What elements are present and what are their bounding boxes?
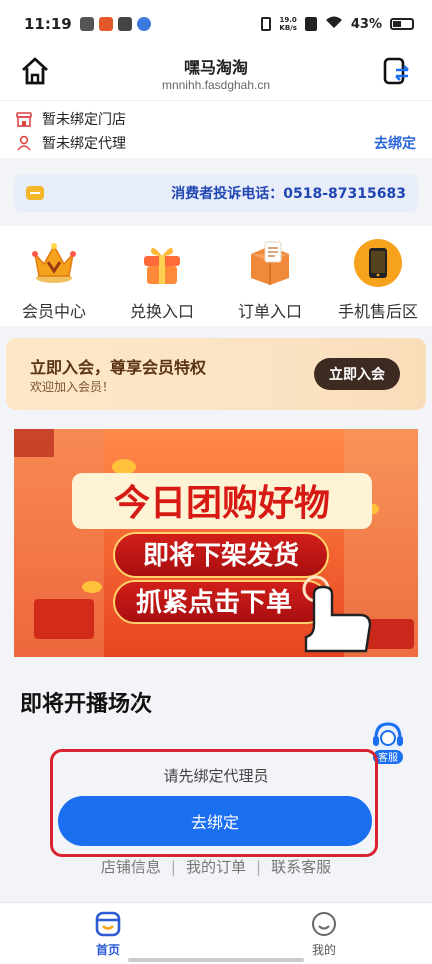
member-banner[interactable]: 立即入会，尊享会员特权 欢迎加入会员！ 立即入会 xyxy=(6,338,426,410)
quick-nav-phone-service[interactable]: 手机售后区 xyxy=(324,226,432,326)
gesture-home-indicator xyxy=(128,958,304,962)
app-notification-icon xyxy=(136,17,151,31)
join-member-button[interactable]: 立即入会 xyxy=(314,358,400,390)
footer-separator: | xyxy=(256,858,262,876)
quick-nav-member-center[interactable]: 会员中心 xyxy=(0,226,108,326)
customer-service-label: 客服 xyxy=(378,751,398,764)
agent-binding-status: 暂未绑定代理 xyxy=(42,136,126,152)
agent-binding-row: 暂未绑定代理 xyxy=(16,133,126,153)
tab-mine-label: 我的 xyxy=(311,943,336,957)
switch-store-icon[interactable] xyxy=(382,56,410,86)
app-notification-icon xyxy=(117,17,132,31)
complaint-bar: 消费者投诉电话：0518-87315683 xyxy=(14,174,418,212)
status-right: 19.0 KB/s 43% xyxy=(261,15,414,33)
wifi-icon xyxy=(325,15,343,33)
status-time: 11:19 xyxy=(24,15,72,33)
crown-icon xyxy=(29,238,79,288)
footer-link-my-orders[interactable]: 我的订单 xyxy=(186,858,246,876)
member-subtext: 欢迎加入会员！ xyxy=(30,380,115,394)
page-subtitle: mnnihh.fasdghah.cn xyxy=(161,78,271,92)
tab-bar: 首页 我的 xyxy=(0,902,432,964)
footer-links: 店铺信息 | 我的订单 | 联系客服 xyxy=(0,856,432,877)
notice-icon xyxy=(26,186,44,200)
net-speed-value: 19.0 xyxy=(279,16,297,24)
complaint-phone[interactable]: 消费者投诉电话：0518-87315683 xyxy=(171,183,406,203)
app-notification-icon xyxy=(98,17,113,31)
quick-nav-label: 手机售后区 xyxy=(337,302,418,321)
section-title: 即将开播场次 xyxy=(20,692,153,717)
store-icon xyxy=(16,111,32,127)
sim-icon xyxy=(304,17,317,31)
title-bar: 嘿马淘淘 mnnihh.fasdghah.cn xyxy=(0,48,432,100)
quick-nav-label: 会员中心 xyxy=(21,302,86,321)
bind-prompt-message: 请先绑定代理员 xyxy=(163,767,269,785)
quick-nav-exchange[interactable]: 兑换入口 xyxy=(108,226,216,326)
user-icon xyxy=(16,135,32,151)
promo-banner[interactable]: 今日团购好物 即将下架发货 抓紧点击下单 xyxy=(14,429,418,657)
footer-link-store-info[interactable]: 店铺信息 xyxy=(101,858,161,876)
member-headline: 立即入会，尊享会员特权 xyxy=(30,358,207,377)
bind-agent-button[interactable]: 去绑定 xyxy=(58,796,372,846)
tab-home-label: 首页 xyxy=(95,943,120,957)
page-title: 嘿马淘淘 xyxy=(183,58,248,77)
promo-line-2: 即将下架发货 xyxy=(143,540,299,571)
quick-nav: 会员中心 兑换入口 订单入口 手机售后区 xyxy=(0,226,432,326)
status-bar: 11:19 19.0 KB/s 43% xyxy=(0,0,432,48)
vibrate-icon xyxy=(261,17,272,31)
battery-icon xyxy=(390,18,414,30)
battery-percent: 43% xyxy=(350,16,382,32)
store-binding-status: 暂未绑定门店 xyxy=(42,112,126,128)
footer-link-contact-service[interactable]: 联系客服 xyxy=(271,858,331,876)
quick-nav-label: 兑换入口 xyxy=(129,302,194,321)
tab-home[interactable]: 首页 xyxy=(68,911,148,958)
net-speed: 19.0 KB/s xyxy=(279,16,296,32)
phone-icon xyxy=(353,238,403,288)
quick-nav-orders[interactable]: 订单入口 xyxy=(216,226,324,326)
binding-card: 暂未绑定门店 暂未绑定代理 去绑定 xyxy=(0,100,432,158)
footer-separator: | xyxy=(170,858,176,876)
promo-line-3: 抓紧点击下单 xyxy=(136,587,292,618)
app-notification-icon xyxy=(79,17,94,31)
store-binding-row: 暂未绑定门店 xyxy=(16,109,126,129)
promo-line-1: 今日团购好物 xyxy=(114,483,330,524)
quick-nav-label: 订单入口 xyxy=(237,302,302,321)
home-tab-icon xyxy=(95,911,121,937)
net-speed-unit: KB/s xyxy=(279,24,297,32)
profile-tab-icon xyxy=(311,911,337,937)
tab-mine[interactable]: 我的 xyxy=(284,911,364,958)
order-box-icon xyxy=(245,238,295,288)
bind-link[interactable]: 去绑定 xyxy=(374,133,416,153)
gift-icon xyxy=(137,238,187,288)
